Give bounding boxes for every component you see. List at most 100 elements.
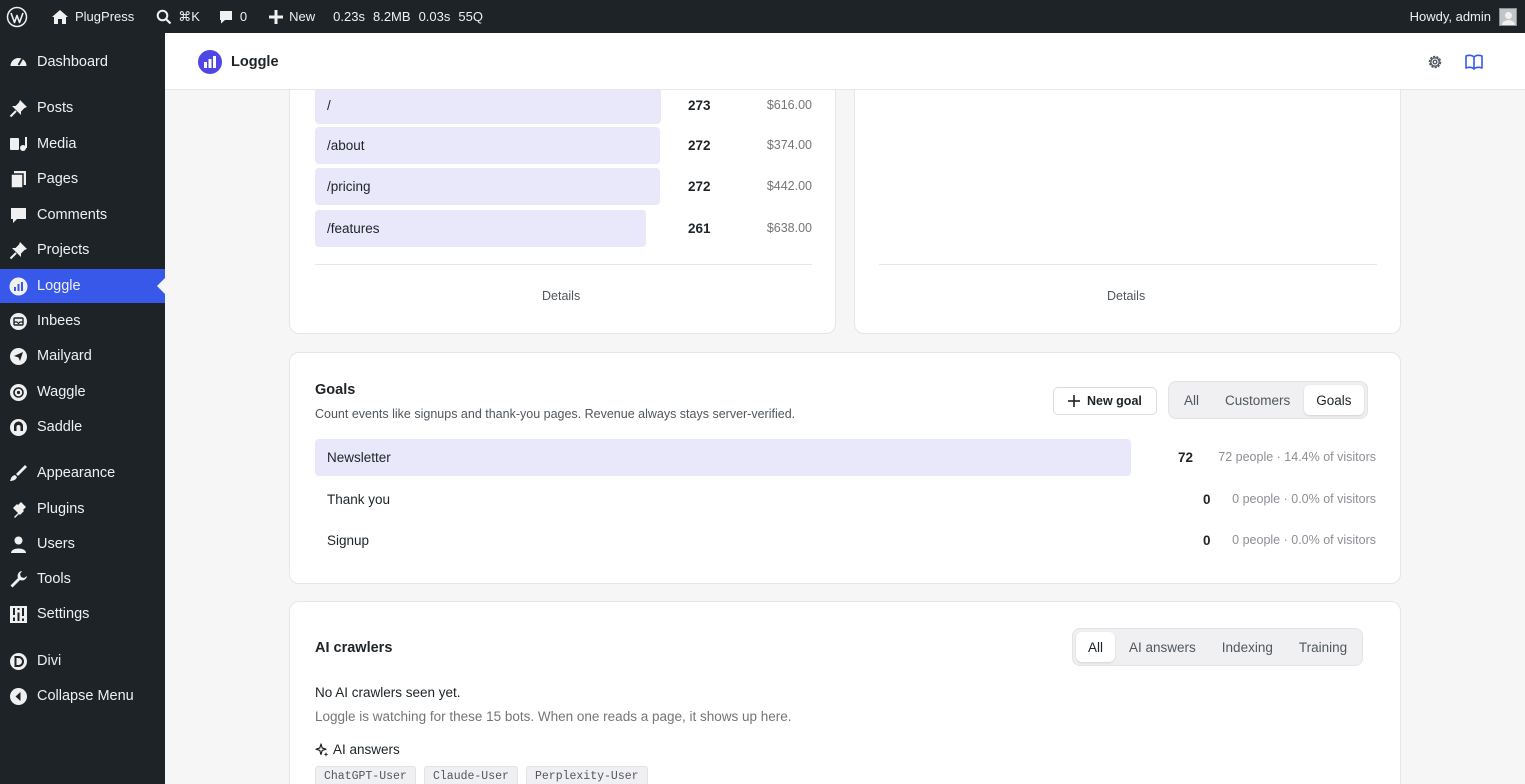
goal-detail: 0 people · 0.0% of visitors [1232,492,1376,506]
admin-bar: PlugPress ⌘K 0 New 0.23s 8.2MB 0.03s 55Q… [0,0,1525,33]
divider [879,264,1377,265]
goal-name: Signup [327,533,370,548]
sidebar-item-label: Projects [37,242,90,258]
avatar [1499,7,1517,26]
goal-count: 0 [1203,533,1211,548]
new-label: New [289,9,316,24]
sidebar-item-divi[interactable]: Divi [0,644,165,678]
section-label: AI answers [333,742,400,757]
sidebar-item-settings[interactable]: Settings [0,597,165,631]
revenue: $374.00 [766,138,812,152]
site-name: PlugPress [75,9,135,24]
tab-training[interactable]: Training [1287,632,1359,662]
sidebar-item-pages[interactable]: Pages [0,162,165,196]
gear-icon [1428,55,1442,69]
perf-memory: 8.2MB [372,9,411,24]
goals-subtitle: Count events like signups and thank-you … [315,407,796,421]
goal-detail: 72 people · 14.4% of visitors [1218,450,1376,464]
new-content-button[interactable]: New [255,0,323,33]
ai-answers-heading: AI answers [315,742,400,757]
tab-goals[interactable]: Goals [1304,385,1364,415]
divi-icon [9,652,28,671]
sidebar-item-users[interactable]: Users [0,527,165,561]
sidebar-item-label: Media [37,136,77,152]
brush-icon [9,464,28,483]
bot-chip: Perplexity-User [526,766,648,784]
query-monitor-stats[interactable]: 0.23s 8.2MB 0.03s 55Q [323,0,491,33]
home-icon [52,9,68,24]
site-name-link[interactable]: PlugPress [37,0,142,33]
collapse-menu-button[interactable]: Collapse Menu [0,679,165,713]
sidebar-item-label: Comments [37,207,108,223]
sidebar-item-dashboard[interactable]: Dashboard [0,45,165,79]
inbox-icon [9,312,28,331]
goal-count: 72 [1178,450,1194,465]
goal-detail: 0 people · 0.0% of visitors [1232,533,1376,547]
sidebar-item-label: Waggle [37,384,86,400]
new-goal-button[interactable]: New goal [1053,387,1157,415]
sidebar-item-label: Tools [37,571,71,587]
sidebar-item-label: Saddle [37,419,83,435]
visitor-count: 273 [688,98,711,113]
sidebar-item-label: Users [37,536,75,552]
tab-ai-answers[interactable]: AI answers [1117,632,1208,662]
user-icon [9,535,28,554]
table-row[interactable]: / 273 $616.00 [315,87,812,124]
tab-indexing[interactable]: Indexing [1210,632,1285,662]
empty-state-subtitle: Loggle is watching for these 15 bots. Wh… [315,709,792,724]
goal-row[interactable]: Newsletter 72 72 people · 14.4% of visit… [315,439,1376,476]
divider [315,264,812,265]
loggle-brand[interactable]: Loggle [198,50,279,74]
sidebar-item-tools[interactable]: Tools [0,562,165,596]
table-row[interactable]: /pricing 272 $442.00 [315,168,812,205]
search-shortcut-button[interactable]: ⌘K [142,0,208,33]
perf-time: 0.23s [333,9,365,24]
sidebar-item-label: Settings [37,606,90,622]
perf-db-time: 0.03s [418,9,451,24]
send-icon [9,347,28,366]
collapse-icon [9,687,28,706]
goal-name: Thank you [327,492,391,507]
tab-all[interactable]: All [1076,632,1116,662]
sidebar-item-plugins[interactable]: Plugins [0,492,165,526]
sidebar-item-label: Loggle [37,278,81,294]
ai-crawlers-title: AI crawlers [315,640,393,656]
sidebar-item-label: Posts [37,100,74,116]
waggle-icon [9,383,28,402]
page-title: Loggle [231,54,279,70]
sidebar-item-loggle[interactable]: Loggle [0,269,165,303]
comments-count: 0 [239,9,248,24]
comments-link[interactable]: 0 [208,0,255,33]
greeting: Howdy, admin [1409,9,1491,24]
sidebar-item-label: Plugins [37,501,85,517]
goal-row[interactable]: Thank you 0 0 people · 0.0% of visitors [315,481,1376,518]
goal-bar [315,439,1131,476]
dashboard-icon [9,53,28,72]
details-link[interactable]: Details [542,289,580,303]
ai-crawlers-card: AI crawlers All AI answers Indexing Trai… [289,601,1401,784]
sidebar-item-waggle[interactable]: Waggle [0,375,165,409]
table-row[interactable]: /features 261 $638.00 [315,210,812,247]
loggle-logo-icon [198,50,222,74]
sidebar-item-projects[interactable]: Projects [0,233,165,267]
goals-filter-tabs: All Customers Goals [1168,381,1368,419]
chart-icon [9,277,28,296]
details-link[interactable]: Details [1107,289,1145,303]
sidebar-item-inbees[interactable]: Inbees [0,304,165,338]
media-icon [9,135,28,154]
sidebar-item-comments[interactable]: Comments [0,198,165,232]
tab-all[interactable]: All [1172,385,1211,415]
wp-logo-button[interactable] [0,0,37,33]
sidebar-item-appearance[interactable]: Appearance [0,456,165,490]
tab-customers[interactable]: Customers [1213,385,1302,415]
sidebar-item-posts[interactable]: Posts [0,91,165,125]
settings-gear-button[interactable] [1425,52,1445,72]
table-row[interactable]: /about 272 $374.00 [315,127,812,164]
sidebar-item-mailyard[interactable]: Mailyard [0,339,165,373]
my-account-menu[interactable]: Howdy, admin [1402,0,1525,33]
sidebar-item-label: Mailyard [37,348,92,364]
sidebar-item-media[interactable]: Media [0,127,165,161]
docs-button[interactable] [1464,52,1484,72]
goal-row[interactable]: Signup 0 0 people · 0.0% of visitors [315,522,1376,559]
sidebar-item-saddle[interactable]: Saddle [0,410,165,444]
